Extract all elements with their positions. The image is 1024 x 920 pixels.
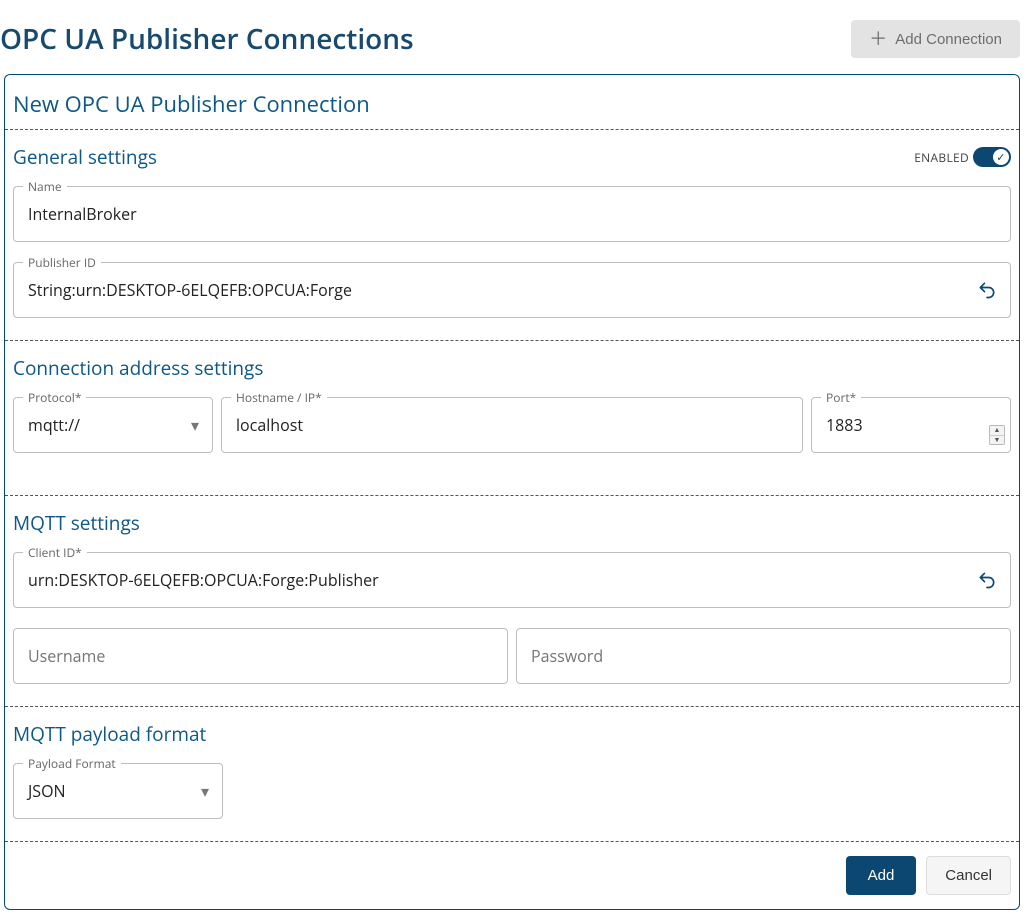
enabled-label: ENABLED	[914, 149, 969, 166]
undo-icon	[977, 570, 997, 590]
publisher-id-reset-button[interactable]	[969, 272, 1005, 308]
add-connection-label: Add Connection	[895, 31, 1002, 48]
client-id-reset-button[interactable]	[969, 562, 1005, 598]
password-field[interactable]	[516, 628, 1011, 684]
undo-icon	[977, 280, 997, 300]
client-id-label: Client ID*	[23, 544, 87, 561]
enabled-toggle[interactable]: ✓	[973, 147, 1011, 167]
port-stepper[interactable]: ▲ ▼	[989, 425, 1005, 445]
section-title-payload: MQTT payload format	[13, 721, 206, 747]
add-connection-button[interactable]: ＋ Add Connection	[851, 20, 1020, 58]
client-id-field[interactable]	[13, 552, 1011, 608]
name-field[interactable]	[13, 186, 1011, 242]
section-title-general: General settings	[13, 144, 157, 170]
panel-title: New OPC UA Publisher Connection	[5, 75, 1019, 129]
mqtt-payload-section: MQTT payload format Payload Format JSON …	[5, 706, 1019, 841]
stepper-down-icon[interactable]: ▼	[990, 436, 1004, 445]
mqtt-settings-section: MQTT settings Client ID*	[5, 495, 1019, 706]
panel-footer: Add Cancel	[5, 841, 1019, 909]
add-button[interactable]: Add	[846, 856, 917, 895]
connection-address-section: Connection address settings Protocol* mq…	[5, 340, 1019, 495]
plus-icon: ＋	[869, 30, 887, 48]
publisher-id-label: Publisher ID	[23, 254, 101, 271]
connection-panel: New OPC UA Publisher Connection General …	[4, 74, 1020, 910]
hostname-label: Hostname / IP*	[231, 389, 327, 406]
port-label: Port*	[821, 389, 861, 406]
payload-format-label: Payload Format	[23, 755, 121, 772]
username-field[interactable]	[13, 628, 508, 684]
section-title-connection: Connection address settings	[13, 355, 263, 381]
check-icon: ✓	[993, 149, 1009, 165]
name-label: Name	[23, 178, 67, 195]
page-title: OPC UA Publisher Connections	[0, 20, 414, 58]
stepper-up-icon[interactable]: ▲	[990, 426, 1004, 436]
cancel-button[interactable]: Cancel	[926, 856, 1011, 895]
publisher-id-field[interactable]	[13, 262, 1011, 318]
section-title-mqtt: MQTT settings	[13, 510, 140, 536]
general-settings-section: General settings ENABLED ✓ Name Publishe…	[5, 129, 1019, 340]
protocol-label: Protocol*	[23, 389, 86, 406]
